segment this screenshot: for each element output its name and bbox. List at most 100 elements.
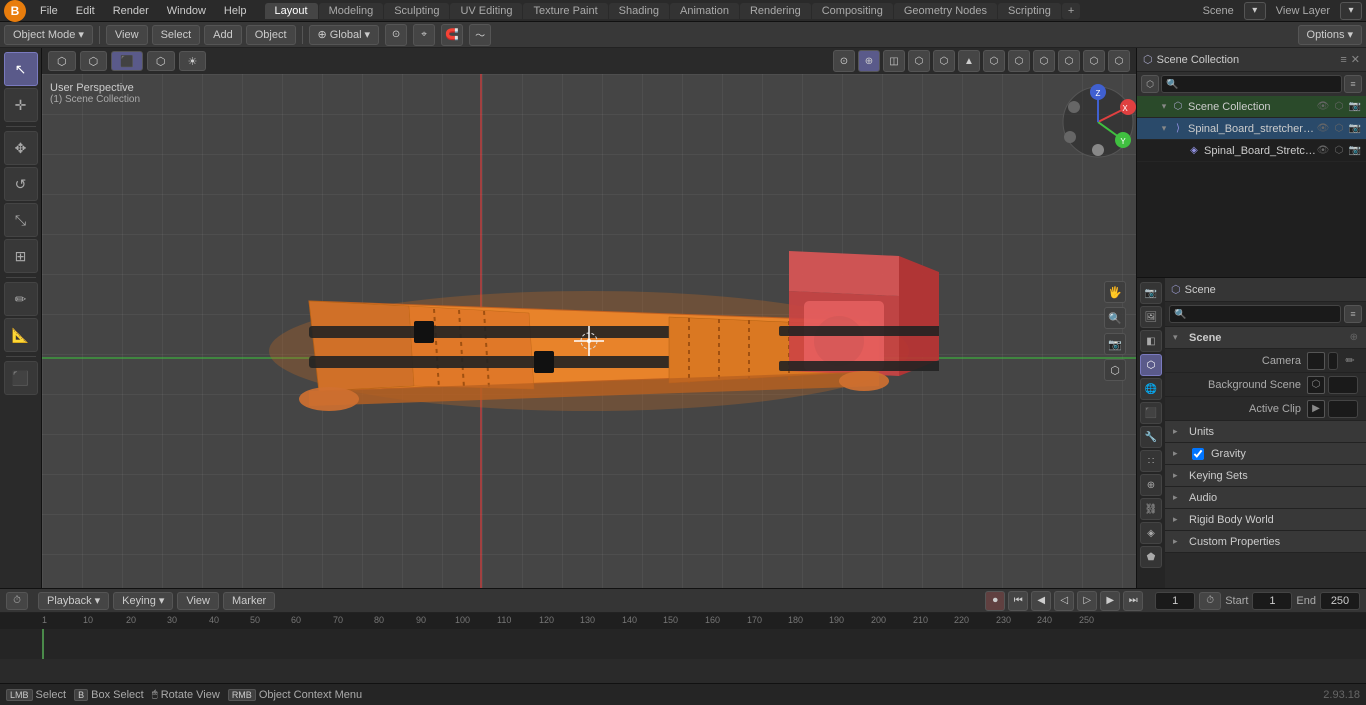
rigid-body-section[interactable]: ▸ Rigid Body World [1165,509,1366,531]
context-menu-status[interactable]: RMB Object Context Menu [228,689,362,701]
tab-texture-paint[interactable]: Texture Paint [523,3,607,19]
tab-compositing[interactable]: Compositing [812,3,893,19]
snap-magnet-btn[interactable]: 🧲 [441,24,463,46]
viewport-options-btn-2[interactable]: ▲ [958,50,980,72]
viewport-icon[interactable]: ⬡ [1332,100,1346,114]
tool-transform[interactable]: ⊞ [4,239,38,273]
expand-arrow-1[interactable]: ▾ [1157,122,1171,136]
viewport-icon-1[interactable]: ⬡ [1332,122,1346,136]
playback-btn[interactable]: Playback ▾ [38,592,109,610]
tab-geometry-nodes[interactable]: Geometry Nodes [894,3,997,19]
tab-rendering[interactable]: Rendering [740,3,811,19]
play-reverse-btn[interactable]: ◁ [1054,591,1074,611]
viewport-xray-btn[interactable]: ◫ [883,50,905,72]
zoom-tool-btn[interactable]: 🔍 [1104,307,1126,329]
viewport-shading-rendered[interactable]: ☀ [179,51,207,71]
start-frame-input[interactable] [1252,592,1292,610]
tab-sculpting[interactable]: Sculpting [384,3,449,19]
outliner-close-icon[interactable]: ✕ [1351,53,1360,66]
tab-modeling[interactable]: Modeling [319,3,384,19]
camera-swatch[interactable] [1307,352,1325,370]
tool-annotate[interactable]: ✏ [4,282,38,316]
skip-end-btn[interactable]: ⏭ [1123,591,1143,611]
keying-btn[interactable]: Keying ▾ [113,592,173,610]
scene-selector[interactable]: ▾ [1244,2,1266,20]
tool-cursor[interactable]: ✛ [4,88,38,122]
viewport-gizmos-btn[interactable]: ⊙ [833,50,855,72]
particles-props-btn[interactable]: ∷ [1140,450,1162,472]
fps-btn[interactable]: ⏱ [1199,592,1221,610]
viewport-overlays-btn[interactable]: ⊕ [858,50,880,72]
tab-scripting[interactable]: Scripting [998,3,1061,19]
skip-start-btn[interactable]: ⏮ [1008,591,1028,611]
rotate-status[interactable]: 🖱 Rotate View [152,689,220,701]
perspective-btn[interactable]: ⬡ [1104,359,1126,381]
tab-animation[interactable]: Animation [670,3,739,19]
current-frame-input[interactable] [1155,592,1195,610]
render-icon-1[interactable]: 📷 [1348,122,1362,136]
gravity-checkbox[interactable] [1192,448,1204,460]
tool-select[interactable]: ↖ [4,52,38,86]
step-fwd-btn[interactable]: ▶ [1100,591,1120,611]
view-layer-selector[interactable]: ▾ [1340,2,1362,20]
end-frame-input[interactable] [1320,592,1360,610]
tool-add[interactable]: ⬛ [4,361,38,395]
visibility-icon[interactable]: 👁 [1316,100,1330,114]
outliner-mode-btn[interactable]: ⬡ [1141,75,1159,93]
menu-help[interactable]: Help [216,3,255,19]
object-mode-selector[interactable]: Object Mode ▾ [4,25,93,45]
tab-shading[interactable]: Shading [609,3,669,19]
outliner-row-scene-collection[interactable]: ▾ ⬡ Scene Collection 👁 ⬡ 📷 [1137,96,1366,118]
select-status[interactable]: LMB Select [6,689,66,701]
play-btn[interactable]: ▷ [1077,591,1097,611]
timeline-type-btn[interactable]: ⏱ [6,592,28,610]
proportional-edit-btn[interactable]: ⊙ [385,24,407,46]
viewport-3d[interactable]: ⬡ ⬡ ⬛ ⬡ ☀ ⊙ ⊕ ◫ ⬡ ⬡ ▲ ⬡ ⬡ ⬡ ⬡ ⬡ ⬡ [42,48,1136,588]
snap-btn[interactable]: ⌖ [413,24,435,46]
transform-selector[interactable]: ⊕ Global ▾ [309,25,380,45]
bg-scene-icon[interactable]: ⬡ [1307,376,1325,394]
select-menu[interactable]: Select [152,25,201,45]
menu-window[interactable]: Window [159,3,214,19]
viewport-mode-btn[interactable]: ⬡ [48,51,76,71]
gravity-section[interactable]: ▸ Gravity [1165,443,1366,465]
audio-section[interactable]: ▸ Audio [1165,487,1366,509]
clip-icon[interactable]: ▶ [1307,400,1325,418]
tab-uv-editing[interactable]: UV Editing [450,3,522,19]
bg-scene-input[interactable] [1328,376,1358,394]
render-icon[interactable]: 📷 [1348,100,1362,114]
add-workspace-tab-button[interactable]: + [1062,3,1080,19]
timeline-keyframe-area[interactable] [0,629,1366,659]
box-select-status[interactable]: B Box Select [74,689,144,701]
view-menu[interactable]: View [106,25,148,45]
viewport-shading-material[interactable]: ⬡ [147,51,175,71]
object-menu[interactable]: Object [246,25,296,45]
render-props-btn[interactable]: 📷 [1140,282,1162,304]
material-props-btn[interactable]: ⬟ [1140,546,1162,568]
tool-measure[interactable]: 📐 [4,318,38,352]
marker-btn[interactable]: Marker [223,592,275,610]
add-menu[interactable]: Add [204,25,242,45]
modifier-props-btn[interactable]: 🔧 [1140,426,1162,448]
data-props-btn[interactable]: ◈ [1140,522,1162,544]
render-icon-2[interactable]: 📷 [1348,144,1362,158]
scene-section-header[interactable]: ▾ Scene ⊕ [1165,327,1366,349]
menu-render[interactable]: Render [105,3,157,19]
timeline-view-btn[interactable]: View [177,592,219,610]
outliner-row-stretcher[interactable]: ▾ ⟩ Spinal_Board_stretcher_003 👁 ⬡ 📷 [1137,118,1366,140]
scene-props-btn[interactable]: ⬡ [1140,354,1162,376]
world-props-btn[interactable]: 🌐 [1140,378,1162,400]
viewport-editor-type[interactable]: ⬡ [1008,50,1030,72]
outliner-filter-icon[interactable]: ≡ [1340,54,1346,66]
menu-edit[interactable]: Edit [68,3,103,19]
viewport-display-btn[interactable]: ⬡ [983,50,1005,72]
record-btn[interactable]: ⏺ [985,591,1005,611]
expand-arrow-0[interactable]: ▾ [1157,100,1171,114]
tool-move[interactable]: ✥ [4,131,38,165]
view-layer-props-btn[interactable]: ◧ [1140,330,1162,352]
viewport-show-region[interactable]: ⬡ [1058,50,1080,72]
proportional-btn-2[interactable]: 〜 [469,24,491,46]
navigation-gizmo[interactable]: X Y Z [1058,82,1128,152]
custom-props-section[interactable]: ▸ Custom Properties [1165,531,1366,553]
viewport-options-btn[interactable]: ⬡ [933,50,955,72]
